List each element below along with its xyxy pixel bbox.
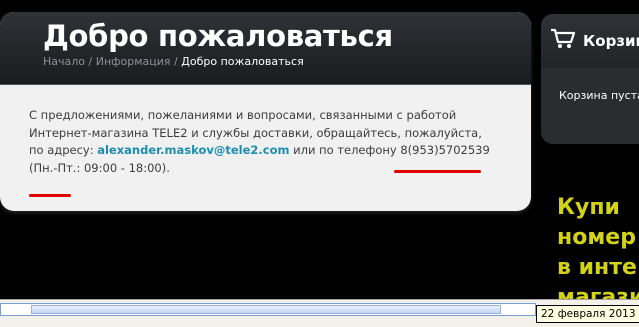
promo-line: Купи [557,195,620,220]
cart-panel-header: Корзина [541,14,639,68]
annotation-underline-time [29,194,71,197]
email-link[interactable]: alexander.maskov@tele2.com [97,143,289,157]
promo-line: в инте [557,255,637,280]
promo-banner[interactable]: Купи номер в инте магази [557,193,639,313]
sentence-end: . [166,160,170,175]
cart-title: Корзина [583,32,639,50]
breadcrumb-separator: / [170,55,182,68]
phone-text: или по телефону 8(953)5702539 [289,143,490,157]
page-title: Добро пожаловаться [43,19,393,53]
panel-header: Добро пожаловаться Начало / Информация /… [0,12,531,85]
cart-icon[interactable] [550,28,576,54]
breadcrumb-current: Добро пожаловаться [181,55,304,68]
promo-line: номер [557,225,636,250]
working-hours-text: (Пн.-Пт.: 09:00 - 18:00) [29,160,167,175]
contact-paragraph: С предложениями, пожеланиями и вопросами… [29,107,499,177]
breadcrumb-home-link[interactable]: Начало [43,55,85,68]
scrollbar-thumb[interactable] [31,305,501,314]
breadcrumb-info-link[interactable]: Информация [96,55,171,68]
breadcrumb-separator: / [85,55,96,68]
annotation-underline-hours [394,170,481,173]
breadcrumb: Начало / Информация / Добро пожаловаться [43,55,304,68]
date-tooltip: 22 февраля 2013 г. [536,305,639,323]
cart-status-text: Корзина пуста [559,89,639,102]
cart-panel: Корзина Корзина пуста [541,14,639,144]
horizontal-scrollbar[interactable] [0,303,536,316]
